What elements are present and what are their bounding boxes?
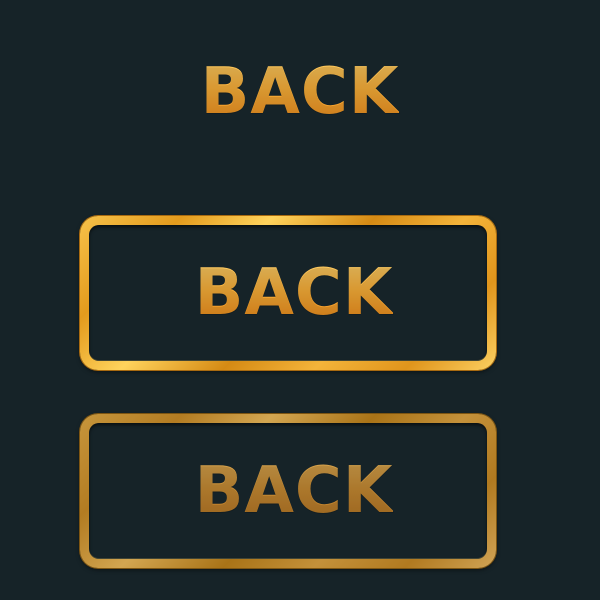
back-button-disabled-label: BACK bbox=[194, 454, 394, 528]
back-button[interactable]: BACK bbox=[80, 216, 496, 370]
back-label-text: BACK bbox=[200, 55, 400, 129]
back-button-disabled[interactable]: BACK bbox=[80, 414, 496, 568]
back-button-label: BACK bbox=[194, 256, 394, 330]
back-button-disabled-inner: BACK bbox=[89, 423, 487, 559]
back-button-inner: BACK bbox=[89, 225, 487, 361]
back-label-plain[interactable]: BACK bbox=[0, 60, 600, 124]
back-button-states-sheet: BACK BACK BACK bbox=[0, 0, 600, 600]
